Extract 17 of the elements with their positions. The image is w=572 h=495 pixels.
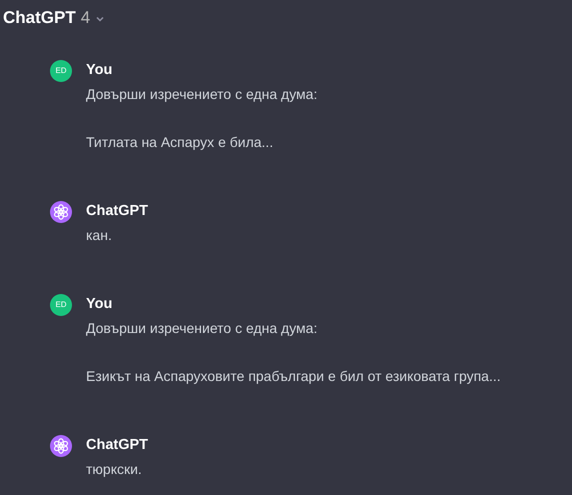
message-text: Титлата на Аспарух е била... [86,133,274,152]
chevron-down-icon[interactable] [96,16,104,22]
assistant-avatar-icon [50,435,72,457]
author-name: You [86,295,114,314]
author-name: ChatGPT [86,202,148,221]
author-name: You [86,61,114,80]
message-text: тюркски. [86,460,143,479]
model-title[interactable]: ChatGPT [3,5,76,31]
message-text: кан. [86,226,113,245]
message-text: Довърши изречението с една дума: [86,319,318,338]
assistant-avatar-icon [50,201,72,223]
model-version[interactable]: 4 [80,5,90,31]
user-avatar: ED [50,294,72,316]
author-name: ChatGPT [86,436,148,455]
user-avatar: ED [50,60,72,82]
message-text: Довърши изречението с една дума: [86,85,318,104]
message-text: Езикът на Аспаруховите прабългари е бил от езиковата група... [86,367,501,386]
